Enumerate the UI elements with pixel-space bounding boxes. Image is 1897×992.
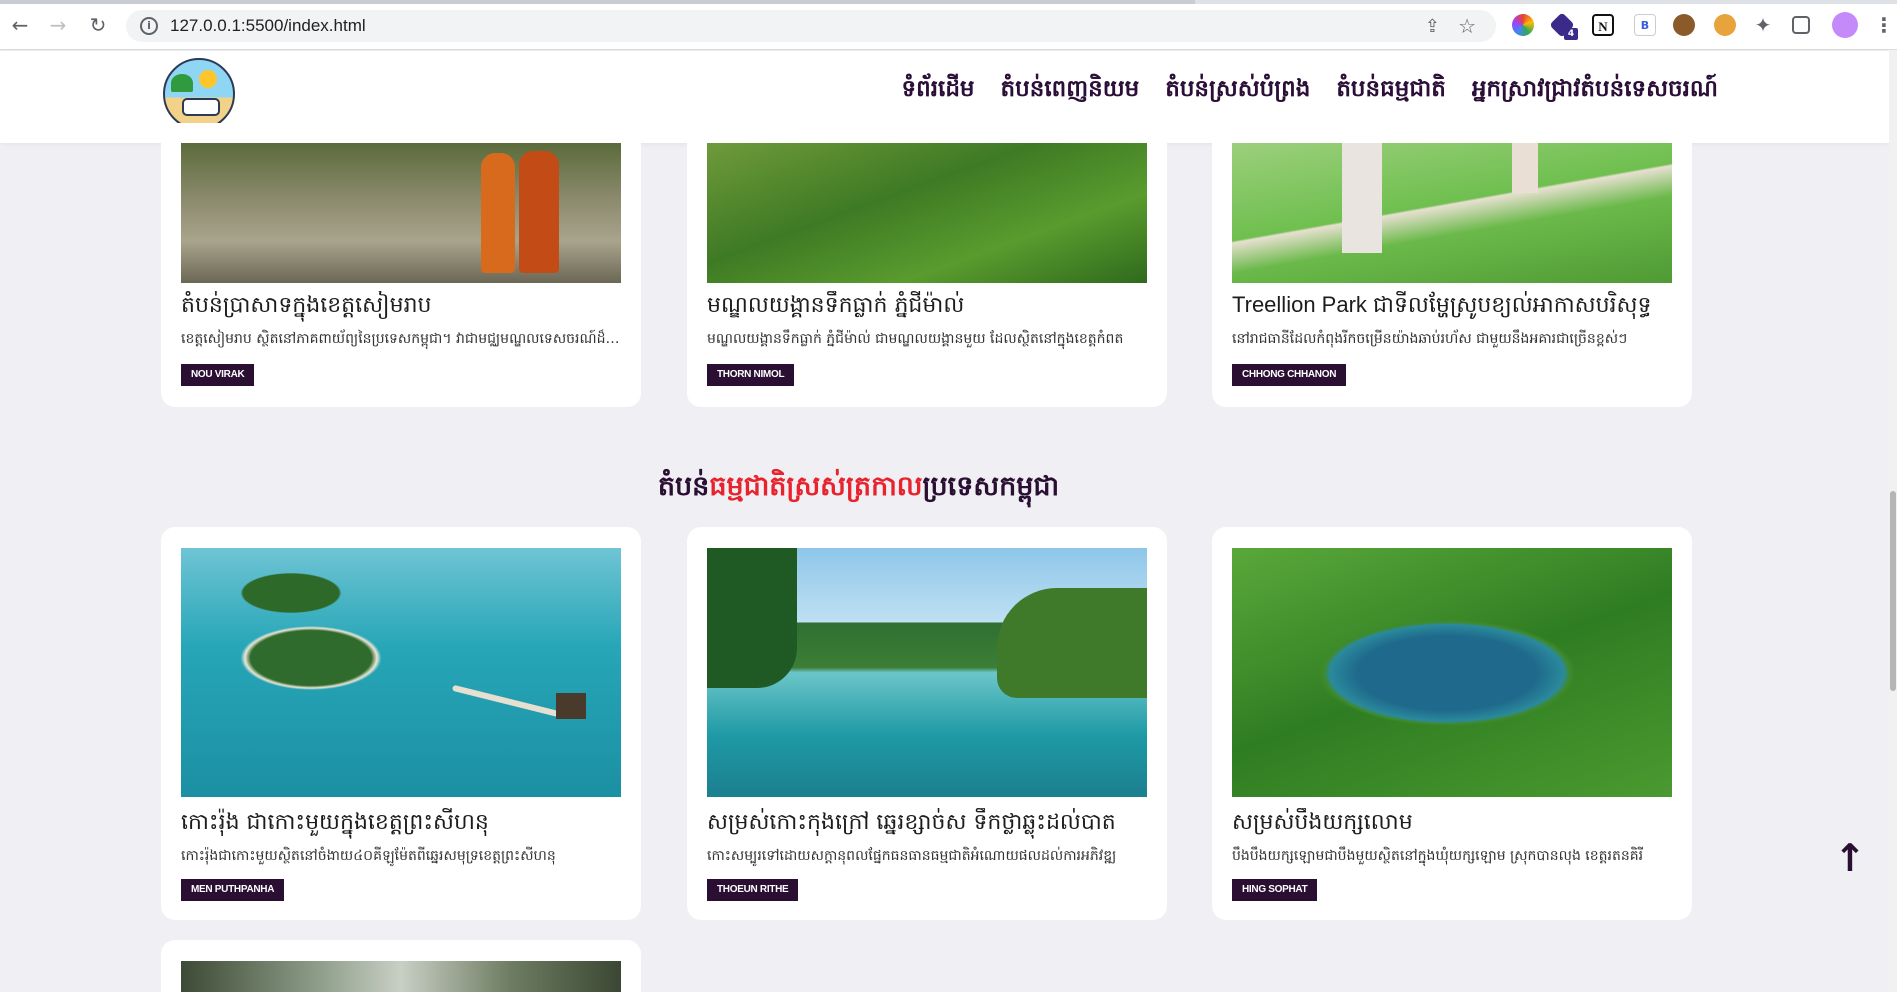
browser-toolbar: ← → ↻ i 127.0.0.1:5500/index.html ⇪ ☆ 4 … — [0, 0, 1897, 50]
site-logo[interactable] — [163, 58, 235, 130]
author-badge: HING SOPHAT — [1232, 879, 1318, 901]
place-card[interactable]: Treellion Park ជាទីលម្ហែស្រូបខ្យល់អាកាសប… — [1212, 123, 1692, 407]
section-title-accent: ធម្មជាតិស្រស់ត្រកាល — [709, 471, 923, 502]
card-title[interactable]: កោះរ៉ុង ជាកោះមួយក្នុងខេត្តព្រះសីហនុ — [181, 808, 626, 840]
author-badge: THOEUN RITHE — [707, 879, 799, 901]
pier — [451, 684, 561, 718]
card-image[interactable] — [707, 548, 1147, 797]
author-badge: CHHONG CHHANON — [1232, 364, 1347, 386]
child-figure — [1342, 143, 1382, 253]
card-title[interactable]: Treellion Park ជាទីលម្ហែស្រូបខ្យល់អាកាសប… — [1232, 291, 1677, 323]
section-title-suffix: ប្រទេសកម្ពុជា — [922, 471, 1060, 502]
place-card[interactable]: កោះរ៉ុង ជាកោះមួយក្នុងខេត្តព្រះសីហនុ កោះរ… — [161, 527, 641, 920]
sidebar-icon[interactable] — [1792, 16, 1810, 34]
place-card[interactable]: មណ្ឌលយង្គានទឹកធ្លាក់ ភ្នំជីម៉ាល់ មណ្ឌលយង… — [687, 123, 1167, 407]
author-badge: NOU VIRAK — [181, 364, 255, 386]
section-title: តំបន់ធម្មជាតិស្រស់ត្រកាលប្រទេសកម្ពុជា — [0, 470, 1717, 509]
bold-extension-icon[interactable]: B — [1634, 14, 1656, 36]
card-title[interactable]: សម្រស់បឹងយក្សលោម — [1232, 808, 1677, 840]
reload-icon[interactable]: ↻ — [86, 13, 110, 37]
extension-badge: 4 — [1564, 28, 1578, 40]
active-tab-edge[interactable] — [0, 0, 1195, 4]
monk-figure — [481, 153, 515, 273]
nav-popular[interactable]: តំបន់ពេញនិយម — [1001, 75, 1140, 108]
notion-extension-icon[interactable]: N — [1592, 14, 1614, 36]
main-nav: ទំព័រដើម តំបន់ពេញនិយម តំបន់ស្រស់បំព្រង ត… — [902, 75, 1718, 108]
author-badge: MEN PUTHPANHA — [181, 879, 285, 901]
card-description: នៅរាជធានីដែលកំពុងរីកចម្រើនយ៉ាងឆាប់រហ័ស ជ… — [1232, 331, 1628, 347]
back-icon[interactable]: ← — [8, 13, 32, 37]
card-image[interactable] — [1232, 143, 1672, 283]
cookie-alt-extension-icon[interactable] — [1714, 14, 1736, 36]
card-title[interactable]: តំបន់ប្រាសាទក្នុងខេត្តសៀមរាប — [181, 291, 626, 323]
share-icon[interactable]: ⇪ — [1425, 16, 1440, 37]
address-bar[interactable]: i 127.0.0.1:5500/index.html ⇪ ☆ — [126, 10, 1496, 42]
scrollbar-thumb[interactable] — [1890, 491, 1896, 691]
tree-cluster — [707, 548, 797, 688]
url-text[interactable]: 127.0.0.1:5500/index.html — [170, 16, 366, 36]
card-title[interactable]: មណ្ឌលយង្គានទឹកធ្លាក់ ភ្នំជីម៉ាល់ — [707, 291, 1152, 323]
bookmark-star-icon[interactable]: ☆ — [1458, 14, 1476, 38]
place-card[interactable]: សម្រស់បឹងយក្សលោម បឹងបឹងយក្សឡោមជាបឹងមួយស្… — [1212, 527, 1692, 920]
author-badge: THORN NIMOL — [707, 364, 795, 386]
card-description: កោះសម្បូរទៅដោយសក្តានុពលផ្នែកធនធានធម្មជាត… — [707, 848, 1117, 864]
child-figure — [1512, 143, 1538, 193]
logo-palm-icon — [171, 74, 193, 92]
puzzle-extensions-icon[interactable]: ✦ — [1752, 14, 1774, 36]
card-image[interactable] — [181, 961, 621, 992]
tab-strip — [0, 0, 1897, 4]
card-image[interactable] — [181, 548, 621, 797]
logo-van-icon — [182, 98, 220, 116]
card-image[interactable] — [181, 143, 621, 283]
scroll-to-top-icon[interactable]: ↑ — [1832, 838, 1868, 878]
monk-figure — [519, 151, 559, 273]
bungalow — [556, 693, 586, 719]
card-title[interactable]: សម្រស់កោះកុងក្រៅ ឆ្នេរខ្សាច់ស ទឹកថ្លាឆ្ល… — [707, 808, 1152, 840]
place-card[interactable] — [161, 940, 641, 992]
nav-home[interactable]: ទំព័រដើម — [902, 75, 975, 108]
nav-nature[interactable]: តំបន់ធម្មជាតិ — [1336, 75, 1446, 108]
card-image[interactable] — [1232, 548, 1672, 797]
nav-researchers[interactable]: អ្នកស្រាវជ្រាវតំបន់ទេសចរណ៍ — [1472, 75, 1718, 108]
hillside — [997, 588, 1147, 698]
card-image[interactable] — [707, 143, 1147, 283]
place-card[interactable]: សម្រស់កោះកុងក្រៅ ឆ្នេរខ្សាច់ស ទឹកថ្លាឆ្ល… — [687, 527, 1167, 920]
card-description: ខេត្តសៀមរាប ស្ថិតនៅភាគពាយ័ព្យនៃប្រទេសកម្… — [181, 331, 621, 347]
nav-beautiful[interactable]: តំបន់ស្រស់បំព្រង — [1165, 75, 1310, 108]
card-description: មណ្ឌលយង្គានទឹកធ្លាក់ ភ្នំជីម៉ាល់ ជាមណ្ឌល… — [707, 331, 1124, 347]
site-info-icon[interactable]: i — [140, 17, 158, 35]
card-description: បឹងបឹងយក្សឡោមជាបឹងមួយស្ថិតនៅក្នុងឃុំយក្ស… — [1232, 848, 1644, 864]
card-description: កោះរ៉ុងជាកោះមួយស្ថិតនៅចំងាយ៤០គីឡូម៉ែតពីឆ… — [181, 848, 556, 864]
menu-kebab-icon[interactable]: ⋮ — [1874, 14, 1894, 36]
logo-sun-icon — [199, 70, 217, 88]
place-card[interactable]: តំបន់ប្រាសាទក្នុងខេត្តសៀមរាប ខេត្តសៀមរាប… — [161, 123, 641, 407]
profile-avatar[interactable] — [1832, 12, 1858, 38]
page-scrollbar[interactable] — [1889, 51, 1897, 992]
forward-icon[interactable]: → — [46, 13, 70, 37]
section-title-prefix: តំបន់ — [657, 471, 710, 502]
color-wheel-extension-icon[interactable] — [1512, 14, 1534, 36]
cookie-extension-icon[interactable] — [1673, 14, 1695, 36]
